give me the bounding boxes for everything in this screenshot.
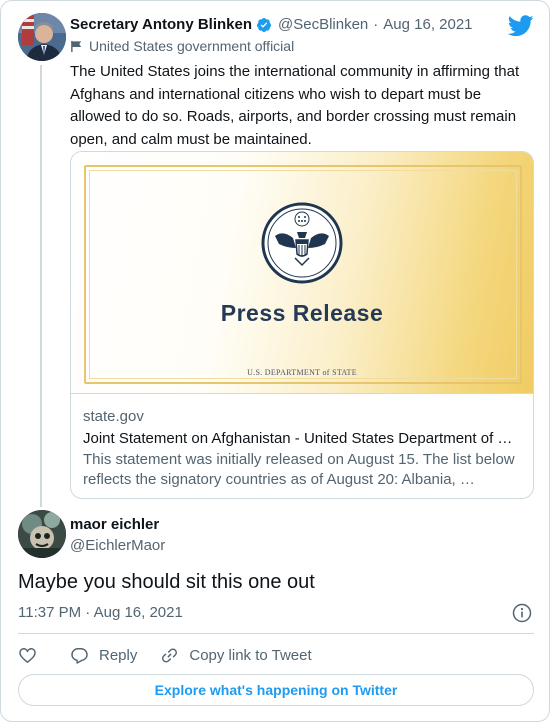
verified-badge-icon bbox=[256, 17, 271, 32]
press-release-image[interactable]: Press Release U.S. DEPARTMENT of STATE bbox=[71, 152, 533, 394]
flag-icon bbox=[71, 40, 82, 52]
link-title[interactable]: Joint Statement on Afghanistan - United … bbox=[83, 430, 523, 447]
divider bbox=[18, 633, 534, 634]
tweet-date[interactable]: Aug 16, 2021 bbox=[383, 16, 472, 33]
government-label: United States government official bbox=[70, 38, 294, 54]
heart-icon bbox=[19, 647, 36, 663]
link-icon bbox=[162, 647, 178, 663]
info-icon[interactable] bbox=[512, 603, 532, 623]
department-of-state-seal-icon bbox=[261, 202, 343, 284]
government-label-text: United States government official bbox=[89, 38, 295, 54]
reply-author-handle[interactable]: @EichlerMaor bbox=[70, 537, 165, 554]
link-description: This statement was initially released on… bbox=[83, 451, 515, 488]
author-handle[interactable]: @SecBlinken bbox=[278, 16, 368, 33]
copy-link-button[interactable]: Copy link to Tweet bbox=[160, 646, 312, 665]
explore-twitter-button[interactable]: Explore what's happening on Twitter bbox=[18, 674, 534, 706]
reply-author-name[interactable]: maor eichler bbox=[70, 516, 159, 533]
thread-line bbox=[40, 65, 42, 507]
tweet-embed-card: Secretary Antony Blinken @SecBlinken · A… bbox=[0, 0, 550, 722]
author-name[interactable]: Secretary Antony Blinken bbox=[70, 16, 252, 33]
department-footer: U.S. DEPARTMENT of STATE bbox=[247, 368, 357, 377]
reply-author-avatar[interactable] bbox=[18, 510, 66, 558]
link-domain: state.gov bbox=[83, 408, 144, 425]
reply-label: Reply bbox=[99, 646, 138, 664]
twitter-bird-icon[interactable] bbox=[508, 15, 534, 37]
reply-bubble-icon bbox=[71, 647, 88, 664]
like-button[interactable] bbox=[18, 646, 37, 665]
tweet-text: The United States joins the internationa… bbox=[70, 63, 520, 148]
action-bar: Reply Copy link to Tweet bbox=[18, 644, 312, 666]
reply-text: Maybe you should sit this one out bbox=[18, 571, 315, 593]
press-release-heading: Press Release bbox=[220, 300, 384, 326]
author-header[interactable]: Secretary Antony Blinken @SecBlinken · A… bbox=[70, 16, 473, 33]
link-preview-card[interactable]: Press Release U.S. DEPARTMENT of STATE s… bbox=[70, 151, 534, 499]
author-avatar[interactable] bbox=[18, 13, 66, 61]
reply-timestamp[interactable]: 11:37 PM · Aug 16, 2021 bbox=[18, 604, 183, 621]
reply-button[interactable]: Reply bbox=[70, 646, 137, 665]
date-separator: · bbox=[373, 16, 379, 33]
copy-link-label: Copy link to Tweet bbox=[189, 646, 312, 664]
